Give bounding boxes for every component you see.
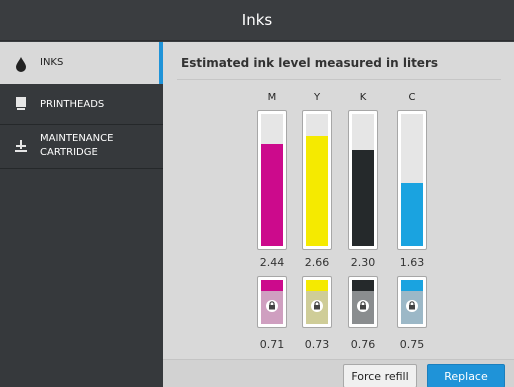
cartridge-value-black: 0.76	[350, 338, 376, 351]
maintenance-cartridge-icon	[15, 140, 27, 152]
sidebar-item-label: PRINTHEADS	[40, 99, 105, 110]
sidebar-item-printheads[interactable]: PRINTHEADS	[0, 84, 163, 125]
ink-panel: Estimated ink level measured in liters M…	[163, 42, 514, 387]
ink-cartridge-black[interactable]	[348, 276, 378, 328]
ink-cartridge-magenta[interactable]	[257, 276, 287, 328]
ink-label-cyan: C	[408, 92, 416, 103]
ink-level-value-magenta: 2.44	[259, 256, 285, 269]
cartridge-value-cyan: 0.75	[399, 338, 425, 351]
cartridge-value-magenta: 0.71	[259, 338, 285, 351]
divider	[177, 79, 501, 80]
lock-icon	[357, 300, 369, 312]
sidebar-item-label: INKS	[40, 57, 64, 68]
sidebar-item-maintenance-cartridge[interactable]: MAINTENANCE CARTRIDGE	[0, 125, 163, 169]
cartridge-value-yellow: 0.73	[304, 338, 330, 351]
lock-icon	[266, 300, 278, 312]
ink-level-bar-cyan	[397, 110, 427, 250]
ink-level-fill	[401, 183, 423, 246]
sidebar-item-inks[interactable]: INKS	[0, 42, 163, 84]
action-bar: Force refill Replace	[163, 359, 514, 387]
ink-level-value-yellow: 2.66	[304, 256, 330, 269]
sidebar-item-label: MAINTENANCE CARTRIDGE	[40, 133, 114, 158]
lock-icon	[406, 300, 418, 312]
ink-label-magenta: M	[267, 92, 277, 103]
window-title: Inks	[0, 0, 514, 41]
ink-cartridge-cyan[interactable]	[397, 276, 427, 328]
ink-level-value-black: 2.30	[350, 256, 376, 269]
ink-level-fill	[261, 144, 283, 246]
printhead-icon	[16, 97, 26, 110]
ink-drop-icon	[16, 57, 26, 72]
sidebar: INKS PRINTHEADS MAINTENANCE CARTRIDGE	[0, 42, 163, 387]
ink-level-value-cyan: 1.63	[399, 256, 425, 269]
replace-button[interactable]: Replace	[427, 364, 505, 387]
ink-label-yellow: Y	[313, 92, 321, 103]
ink-cartridge-yellow[interactable]	[302, 276, 332, 328]
ink-level-bar-black	[348, 110, 378, 250]
ink-label-black: K	[359, 92, 367, 103]
ink-level-fill	[352, 150, 374, 246]
ink-level-fill	[306, 136, 328, 246]
panel-title: Estimated ink level measured in liters	[181, 56, 438, 70]
ink-level-bar-yellow	[302, 110, 332, 250]
force-refill-button[interactable]: Force refill	[343, 364, 417, 387]
ink-level-bar-magenta	[257, 110, 287, 250]
lock-icon	[311, 300, 323, 312]
